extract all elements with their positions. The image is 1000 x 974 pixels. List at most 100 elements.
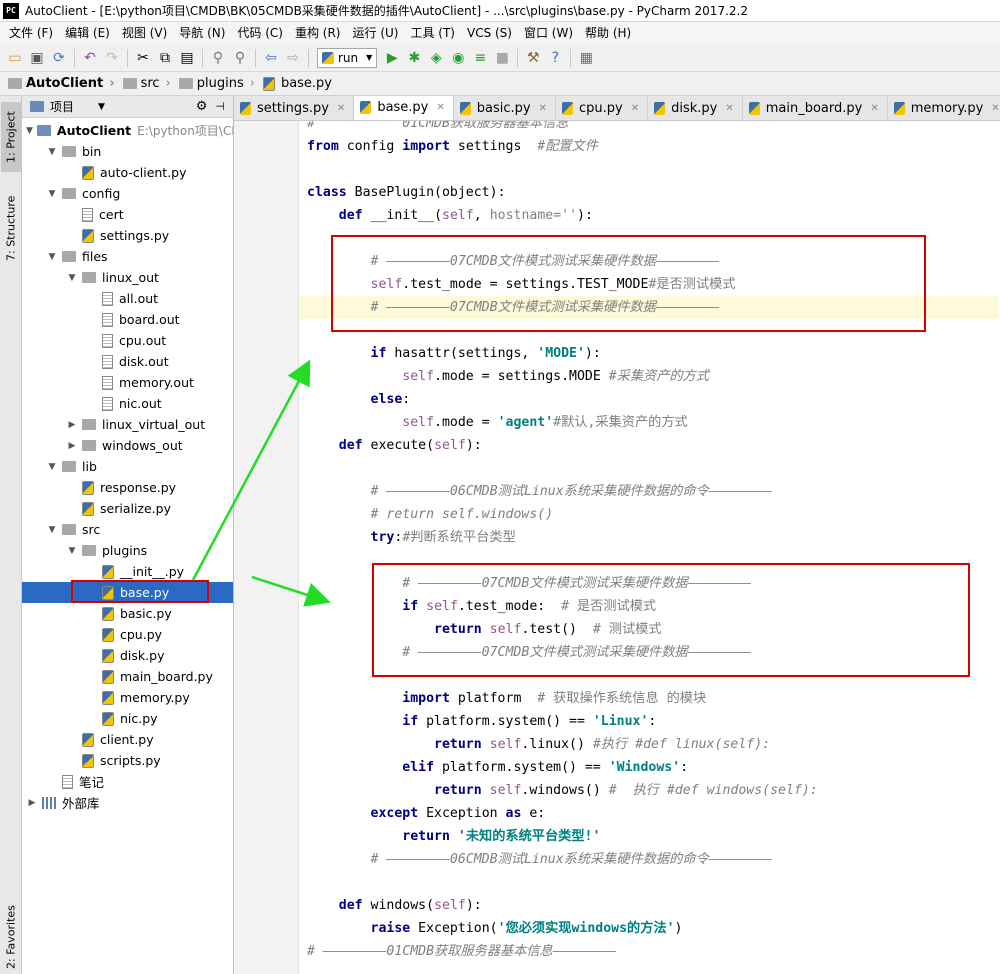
tree-item[interactable]: board.out [22, 309, 233, 330]
close-icon[interactable]: ✕ [539, 103, 547, 114]
tree-item[interactable]: response.py [22, 477, 233, 498]
profile-icon[interactable]: ◉ [447, 47, 469, 69]
menu-item-2[interactable]: 视图 (V) [116, 22, 173, 44]
menu-item-8[interactable]: VCS (S) [461, 22, 518, 44]
concurrency-icon[interactable]: ≡ [469, 47, 491, 69]
chevron-down-icon[interactable]: ▼ [26, 126, 33, 136]
breadcrumb-item[interactable]: src › [122, 76, 177, 91]
menu-item-0[interactable]: 文件 (F) [3, 22, 59, 44]
tree-item[interactable]: ▼ AutoClient E:\python项目\CM [22, 120, 233, 141]
menu-item-9[interactable]: 窗口 (W) [518, 22, 579, 44]
chevron-down-icon[interactable]: ▼ [98, 102, 105, 112]
tree-item[interactable]: ▶ 外部库 [22, 792, 233, 813]
coverage-icon[interactable]: ◈ [425, 47, 447, 69]
gear-icon[interactable]: ⚙ [196, 99, 208, 114]
tree-item[interactable]: cpu.py [22, 624, 233, 645]
tree-item[interactable]: basic.py [22, 603, 233, 624]
sync-icon[interactable]: ⟳ [48, 47, 70, 69]
project-panel-title[interactable]: 项目 [50, 98, 74, 115]
tree-item[interactable]: ▼ bin [22, 141, 233, 162]
save-all-icon[interactable]: ▣ [26, 47, 48, 69]
close-icon[interactable]: ✕ [436, 102, 444, 113]
copy-icon[interactable]: ⧉ [154, 47, 176, 69]
run-config-select[interactable]: run ▼ [317, 47, 378, 68]
menu-item-4[interactable]: 代码 (C) [231, 22, 289, 44]
collapse-icon[interactable]: ⊣ [215, 100, 225, 113]
menu-item-6[interactable]: 运行 (U) [347, 22, 405, 44]
replace-icon[interactable]: ⚲ [229, 47, 251, 69]
tree-item[interactable]: scripts.py [22, 750, 233, 771]
tree-item[interactable]: nic.out [22, 393, 233, 414]
tab-project[interactable]: 1: Project [1, 102, 21, 172]
tree-item[interactable]: nic.py [22, 708, 233, 729]
chevron-down-icon[interactable]: ▼ [46, 525, 58, 535]
tree-item[interactable]: disk.out [22, 351, 233, 372]
menu-item-1[interactable]: 编辑 (E) [59, 22, 116, 44]
tree-item[interactable]: ▼ files [22, 246, 233, 267]
chevron-down-icon[interactable]: ▼ [46, 189, 58, 199]
settings-icon[interactable]: ⚒ [522, 47, 544, 69]
menu-item-3[interactable]: 导航 (N) [173, 22, 231, 44]
tree-item[interactable]: memory.py [22, 687, 233, 708]
redo-icon[interactable]: ↷ [101, 47, 123, 69]
tree-item[interactable]: main_board.py [22, 666, 233, 687]
tree-item[interactable]: __init__.py [22, 561, 233, 582]
run-icon[interactable]: ▶ [381, 47, 403, 69]
close-icon[interactable]: ✕ [991, 103, 999, 114]
close-icon[interactable]: ✕ [870, 103, 878, 114]
menu-item-5[interactable]: 重构 (R) [289, 22, 347, 44]
tab-base-py[interactable]: base.py ✕ [354, 96, 454, 120]
tree-item[interactable]: 笔记 [22, 771, 233, 792]
tab-main_board-py[interactable]: main_board.py ✕ [743, 96, 888, 120]
find-icon[interactable]: ⚲ [207, 47, 229, 69]
forward-icon[interactable]: ⇨ [282, 47, 304, 69]
tree-item[interactable]: disk.py [22, 645, 233, 666]
tab-disk-py[interactable]: disk.py ✕ [648, 96, 743, 120]
chevron-right-icon[interactable]: ▶ [66, 420, 78, 430]
tree-item[interactable]: memory.out [22, 372, 233, 393]
tree-item[interactable]: cpu.out [22, 330, 233, 351]
tree-item[interactable]: settings.py [22, 225, 233, 246]
breadcrumb-item[interactable]: AutoClient › [8, 76, 121, 91]
tab-structure[interactable]: 7: Structure [1, 188, 21, 268]
tab-memory-py[interactable]: memory.py ✕ [888, 96, 1000, 120]
tab-settings-py[interactable]: settings.py ✕ [234, 96, 355, 120]
tree-item[interactable]: client.py [22, 729, 233, 750]
tree-item[interactable]: ▶ windows_out [22, 435, 233, 456]
terminal-icon[interactable]: ▦ [575, 47, 597, 69]
tree-item[interactable]: ▼ lib [22, 456, 233, 477]
breadcrumb-item[interactable]: base.py [262, 76, 332, 91]
tree-item[interactable]: auto-client.py [22, 162, 233, 183]
tab-cpu-py[interactable]: cpu.py ✕ [556, 96, 649, 120]
menu-item-7[interactable]: 工具 (T) [404, 22, 461, 44]
tree-item[interactable]: cert [22, 204, 233, 225]
stop-icon[interactable]: ■ [491, 47, 513, 69]
tree-item[interactable]: ▶ linux_virtual_out [22, 414, 233, 435]
close-icon[interactable]: ✕ [337, 103, 345, 114]
cut-icon[interactable]: ✂ [132, 47, 154, 69]
chevron-down-icon[interactable]: ▼ [66, 546, 78, 556]
chevron-down-icon[interactable]: ▼ [66, 273, 78, 283]
paste-icon[interactable]: ▤ [176, 47, 198, 69]
undo-icon[interactable]: ↶ [79, 47, 101, 69]
debug-icon[interactable]: ✱ [403, 47, 425, 69]
chevron-down-icon[interactable]: ▼ [46, 462, 58, 472]
back-icon[interactable]: ⇦ [260, 47, 282, 69]
tab-favorites[interactable]: 2: Favorites [1, 902, 21, 972]
tree-item[interactable]: all.out [22, 288, 233, 309]
chevron-down-icon[interactable]: ▼ [46, 147, 58, 157]
tree-item[interactable]: ▼ config [22, 183, 233, 204]
menu-item-10[interactable]: 帮助 (H) [579, 22, 637, 44]
breadcrumb-item[interactable]: plugins › [178, 76, 261, 91]
help-icon[interactable]: ? [544, 47, 566, 69]
tree-item[interactable]: ▼ linux_out [22, 267, 233, 288]
close-icon[interactable]: ✕ [725, 103, 733, 114]
chevron-down-icon[interactable]: ▼ [46, 252, 58, 262]
chevron-right-icon[interactable]: ▶ [26, 798, 38, 808]
tree-item[interactable]: ▼ src [22, 519, 233, 540]
chevron-right-icon[interactable]: ▶ [66, 441, 78, 451]
close-icon[interactable]: ✕ [631, 103, 639, 114]
tree-item[interactable]: ▼ plugins [22, 540, 233, 561]
tab-basic-py[interactable]: basic.py ✕ [454, 96, 556, 120]
open-folder-icon[interactable]: ▭ [4, 47, 26, 69]
